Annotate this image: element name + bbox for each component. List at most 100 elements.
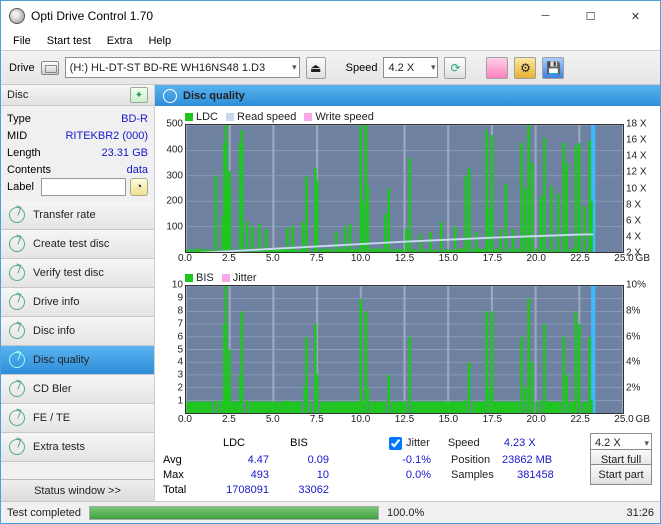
- speed-label: Speed: [346, 62, 378, 74]
- total-bis: 33062: [269, 484, 329, 496]
- ldc-plot: [185, 124, 624, 253]
- label-input[interactable]: [41, 178, 126, 196]
- drive-label: Drive: [9, 62, 35, 74]
- total-ldc: 1708091: [199, 484, 269, 496]
- sidebar-item-label: Drive info: [33, 296, 79, 308]
- sidebar-item-label: FE / TE: [33, 412, 70, 424]
- max-key: Max: [163, 469, 199, 481]
- sidebar-item-fe-te[interactable]: FE / TE: [1, 404, 154, 433]
- disc-panel-header: Disc ✦: [1, 85, 154, 106]
- window-buttons: ─ ☐ ✕: [523, 2, 658, 30]
- legend-write-speed: Write speed: [315, 111, 374, 123]
- drive-icon: [41, 61, 59, 75]
- speed-key: Speed: [448, 437, 480, 449]
- window-title: Opti Drive Control 1.70: [31, 9, 523, 23]
- ldc-y-axis: 100200300400500: [161, 124, 185, 253]
- elapsed-time: 31:26: [626, 507, 654, 519]
- length-key: Length: [7, 147, 41, 159]
- ldc-legend: LDC Read speed Write speed: [161, 110, 654, 124]
- label-apply-button[interactable]: ◔: [130, 178, 148, 196]
- refresh-disc-button[interactable]: ✦: [130, 87, 148, 103]
- type-key: Type: [7, 113, 31, 125]
- jitter-y-axis: 2%4%6%8%10%: [624, 285, 654, 414]
- jitter-swatch: [222, 274, 230, 282]
- sidebar-item-extra-tests[interactable]: Extra tests: [1, 433, 154, 462]
- minimize-button[interactable]: ─: [523, 2, 568, 30]
- status-message: Test completed: [7, 507, 81, 519]
- ldc-chart: LDC Read speed Write speed 1002003004005…: [161, 110, 654, 269]
- eject-button[interactable]: ⏏: [306, 57, 326, 79]
- menu-help[interactable]: Help: [140, 33, 179, 49]
- contents-key: Contents: [7, 164, 51, 176]
- sidebar-item-label: Verify test disc: [33, 267, 104, 279]
- chevron-down-icon: ▾: [292, 62, 297, 73]
- drive-combo-value: (H:) HL-DT-ST BD-RE WH16NS48 1.D3: [70, 62, 265, 74]
- max-ldc: 493: [199, 469, 269, 481]
- write-swatch: [304, 113, 312, 121]
- sidebar-item-disc-info[interactable]: Disc info: [1, 317, 154, 346]
- samples-value: 381458: [494, 469, 554, 481]
- samples-key: Samples: [451, 469, 494, 481]
- sidebar-item-create-test-disc[interactable]: Create test disc: [1, 230, 154, 259]
- position-key: Position: [451, 454, 490, 466]
- position-value: 23862 MB: [490, 454, 552, 466]
- titlebar: Opti Drive Control 1.70 ─ ☐ ✕: [1, 1, 660, 31]
- sidebar-item-disc-quality[interactable]: Disc quality: [1, 346, 154, 375]
- read-swatch: [226, 113, 234, 121]
- start-part-button[interactable]: Start part: [590, 464, 652, 485]
- gauge-icon: [9, 352, 25, 368]
- avg-ldc: 4.47: [199, 454, 269, 466]
- gauge-icon: [9, 294, 25, 310]
- chevron-down-icon: ▾: [431, 62, 436, 73]
- menu-file[interactable]: File: [5, 33, 39, 49]
- gauge-icon: [9, 207, 25, 223]
- left-column: Disc ✦ TypeBD-R MIDRITEKBR2 (000) Length…: [1, 85, 155, 501]
- sidebar-item-transfer-rate[interactable]: Transfer rate: [1, 201, 154, 230]
- col-bis: BIS: [269, 437, 329, 449]
- sidebar-item-label: Create test disc: [33, 238, 109, 250]
- disc-icon: [163, 89, 177, 103]
- close-button[interactable]: ✕: [613, 2, 658, 30]
- erase-button[interactable]: [486, 57, 508, 79]
- body: Disc ✦ TypeBD-R MIDRITEKBR2 (000) Length…: [1, 85, 660, 501]
- speed-combo[interactable]: 4.2 X ▾: [383, 57, 438, 78]
- disc-info-table: TypeBD-R MIDRITEKBR2 (000) Length23.31 G…: [1, 106, 154, 199]
- chevron-down-icon: ▾: [644, 438, 649, 449]
- gauge-icon: [9, 439, 25, 455]
- toolbar: Drive (H:) HL-DT-ST BD-RE WH16NS48 1.D3 …: [1, 51, 660, 85]
- menu-extra[interactable]: Extra: [99, 33, 141, 49]
- legend-read-speed: Read speed: [237, 111, 296, 123]
- progress-bar: [89, 506, 379, 520]
- status-window-toggle[interactable]: Status window >>: [1, 479, 154, 501]
- disc-panel-title: Disc: [7, 89, 28, 101]
- legend-bis: BIS: [196, 272, 214, 284]
- disc-quality-header: Disc quality: [155, 85, 660, 106]
- bis-chart: BIS Jitter 12345678910 2%4%6%8%10% 0.02.…: [161, 271, 654, 430]
- menu-start-test[interactable]: Start test: [39, 33, 99, 49]
- app-window: Opti Drive Control 1.70 ─ ☐ ✕ File Start…: [0, 0, 661, 524]
- sidebar-item-cd-bler[interactable]: CD Bler: [1, 375, 154, 404]
- ldc-x-axis: 0.02.55.07.510.012.515.017.520.022.525.0…: [185, 253, 624, 269]
- refresh-button[interactable]: ⟳: [444, 57, 466, 79]
- progress-percent: 100.0%: [387, 507, 424, 519]
- length-value: 23.31 GB: [102, 147, 148, 159]
- max-jitter: 0.0%: [329, 469, 431, 481]
- sidebar-item-drive-info[interactable]: Drive info: [1, 288, 154, 317]
- jitter-checkbox-label[interactable]: Jitter: [389, 437, 430, 450]
- bis-x-axis: 0.02.55.07.510.012.515.017.520.022.525.0…: [185, 414, 624, 430]
- bis-legend: BIS Jitter: [161, 271, 654, 285]
- maximize-button[interactable]: ☐: [568, 2, 613, 30]
- sidebar-item-verify-test-disc[interactable]: Verify test disc: [1, 259, 154, 288]
- sidebar-item-label: Extra tests: [33, 441, 85, 453]
- sidebar-buttons: Transfer rate Create test disc Verify te…: [1, 201, 154, 462]
- gauge-icon: [9, 236, 25, 252]
- save-button[interactable]: 💾: [542, 57, 564, 79]
- col-ldc: LDC: [199, 437, 269, 449]
- jitter-checkbox[interactable]: [389, 437, 402, 450]
- bis-y-axis: 12345678910: [161, 285, 185, 414]
- options-button[interactable]: ⚙: [514, 57, 536, 79]
- label-key: Label: [7, 181, 34, 193]
- speed-combo-value: 4.2 X: [388, 62, 414, 74]
- drive-combo[interactable]: (H:) HL-DT-ST BD-RE WH16NS48 1.D3 ▾: [65, 57, 300, 78]
- gauge-icon: [9, 265, 25, 281]
